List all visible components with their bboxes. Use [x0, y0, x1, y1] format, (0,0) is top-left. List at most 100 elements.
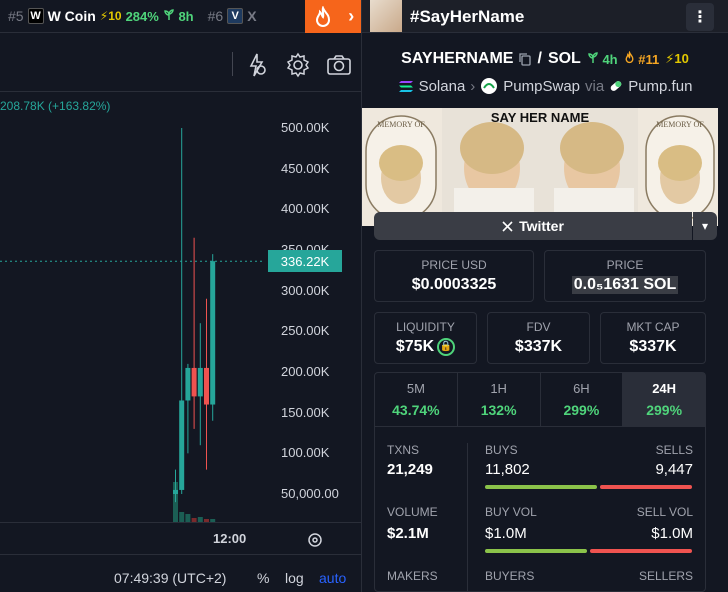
indicator-icon[interactable]	[243, 52, 269, 78]
token-avatar	[370, 0, 402, 32]
tab-1h[interactable]: 1H 132%	[458, 373, 541, 426]
boost-count-value: 10	[674, 51, 689, 66]
chain-name[interactable]: Solana	[419, 78, 466, 95]
price-tick-label: 500.00K	[281, 120, 330, 135]
buyvol-bar	[485, 549, 587, 553]
chevron-right-icon: ›	[348, 6, 355, 26]
price-chart[interactable]: 208.78K (+163.82%) 500.00K 450.00K 400.00K…	[0, 92, 362, 522]
price-usd-value: $0.0003325	[411, 276, 497, 293]
ticker-age-value: 8h	[178, 8, 194, 24]
app-root: #5 W W Coin ⚡10 284% 8h #6 V X › 208.78K…	[0, 0, 728, 592]
tab-change: 43.74%	[392, 402, 440, 418]
camera-icon[interactable]	[326, 52, 352, 78]
tab-5m[interactable]: 5M 43.74%	[375, 373, 458, 426]
volume-value: $2.1M	[387, 525, 429, 542]
candle-body	[191, 367, 197, 397]
sells-bar	[600, 485, 692, 489]
chart-toolbar	[0, 34, 362, 92]
via-label: via	[585, 77, 605, 95]
lock-icon[interactable]: 🔒	[437, 338, 456, 356]
sprout-icon	[164, 8, 174, 20]
token-logo-icon: W	[27, 8, 44, 24]
buys-value: 11,802	[485, 461, 530, 478]
price-native-value: 0.0₅1631 SOL	[571, 276, 679, 294]
ticker-name: W Coin	[47, 8, 96, 24]
token-banner-image: SAY HER NAME MEMORY OF MEMORY OF	[362, 108, 718, 226]
more-options-icon[interactable]: ⋮	[686, 3, 714, 31]
lightning-icon: ⚡	[665, 51, 675, 66]
fdv-card: FDV $337K	[487, 312, 590, 364]
price-usd-label: PRICE USD	[421, 258, 487, 272]
price-tick-label: 150.00K	[281, 404, 330, 420]
tab-label: 24H	[652, 381, 677, 396]
candle-body	[197, 367, 203, 397]
ticker-item[interactable]: #5 W W Coin ⚡10 284% 8h	[0, 8, 194, 24]
pair-line: SAYHERNAME / SOL 4h #11 ⚡10	[362, 50, 728, 68]
liquidity-card: LIQUIDITY $75K 🔒	[374, 312, 477, 364]
ticker-item[interactable]: #6 V X	[194, 8, 257, 24]
mktcap-label: MKT CAP	[626, 320, 680, 334]
banner-memory-right: MEMORY OF	[656, 120, 704, 129]
launchpad-name[interactable]: Pump.fun	[628, 78, 692, 95]
volume-label: VOLUME	[387, 505, 438, 519]
sellers-label: SELLERS	[638, 569, 693, 583]
time-axis-label: 12:00	[213, 531, 247, 546]
txns-value: 21,249	[387, 461, 433, 478]
ticker-name: X	[247, 8, 257, 24]
twitter-button[interactable]: Twitter	[374, 212, 692, 240]
price-tick-label: 50,000.00	[281, 486, 339, 501]
liquidity-value: $75K	[395, 338, 435, 356]
price-usd-card: PRICE USD $0.0003325	[374, 250, 534, 302]
twitter-label: Twitter	[519, 218, 564, 234]
volume-bar	[185, 514, 191, 522]
price-tick-label: 300.00K	[281, 282, 330, 298]
percent-scale-button[interactable]: %	[257, 570, 269, 586]
liquidity-value-row: $75K 🔒	[375, 338, 476, 356]
buyers-label: BUYERS	[485, 569, 535, 583]
chevron-right-icon: ›	[470, 77, 476, 95]
ticker-age: 8h	[163, 9, 194, 24]
quote-symbol: SOL	[547, 50, 581, 67]
solana-icon	[398, 80, 413, 92]
current-price-label: 336.22K	[268, 250, 342, 273]
candle-body	[173, 489, 178, 494]
pair-separator: /	[537, 50, 542, 67]
fire-icon	[625, 50, 634, 64]
settings-circle-icon[interactable]	[306, 531, 324, 549]
copy-icon[interactable]	[519, 52, 532, 66]
mktcap-value: $337K	[629, 338, 677, 355]
tab-6h[interactable]: 6H 299%	[541, 373, 624, 426]
tab-change: 132%	[480, 402, 517, 418]
auto-scale-button[interactable]: auto	[319, 570, 346, 586]
sells-label: SELLS	[655, 443, 693, 457]
gear-icon[interactable]	[285, 52, 311, 78]
candle-plot	[0, 128, 262, 522]
dex-name[interactable]: PumpSwap	[503, 78, 580, 95]
ticker-boost: ⚡10	[99, 9, 122, 23]
x-logo-icon	[502, 220, 513, 232]
ticker-rank: #5	[8, 8, 24, 24]
fdv-value: $337K	[514, 338, 563, 355]
log-scale-button[interactable]: log	[285, 570, 304, 586]
sprout-icon	[588, 51, 598, 63]
volume-bar	[179, 512, 185, 522]
stats-divider	[467, 443, 468, 592]
liquidity-label: LIQUIDITY	[396, 320, 455, 334]
clock: 07:49:39 (UTC+2)	[114, 570, 227, 586]
toolbar-divider	[232, 52, 233, 76]
candle-body	[179, 400, 185, 490]
tab-label: 5M	[406, 381, 425, 396]
fdv-label: FDV	[526, 320, 551, 334]
tab-24h[interactable]: 24H 299%	[623, 373, 705, 426]
chevron-down-icon[interactable]: ▾	[693, 212, 717, 240]
price-native-card: PRICE 0.0₅1631 SOL	[544, 250, 706, 302]
banner-headline: SAY HER NAME	[490, 110, 590, 125]
timeframe-tabs: 5M 43.74% 1H 132% 6H 299% 24H 299%	[375, 373, 705, 427]
candle-body	[204, 367, 209, 405]
boost-count: ⚡10	[665, 51, 689, 67]
trending-rank: #11	[624, 50, 659, 67]
candle-body	[210, 261, 216, 405]
price-tick-label: 250.00K	[281, 323, 330, 339]
trending-fire-button[interactable]: ›	[305, 0, 362, 33]
sellvol-value: $1.0M	[651, 525, 693, 542]
